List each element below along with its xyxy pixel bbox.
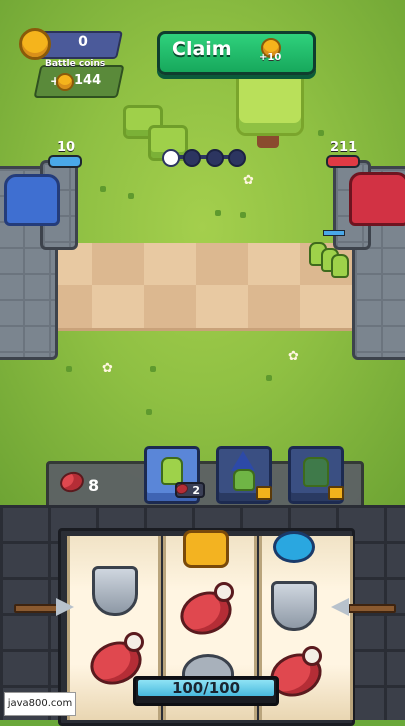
wave-node xyxy=(228,149,246,167)
flower-icon: ✿ xyxy=(288,349,299,364)
grass-tuft xyxy=(266,375,272,381)
enemy-hp-bar xyxy=(326,155,360,168)
enemy-castle-roof xyxy=(349,172,405,226)
enemy-goblin xyxy=(331,254,349,278)
goblin-icon xyxy=(161,457,183,485)
shield-icon xyxy=(92,566,138,616)
wizard-hat-icon xyxy=(231,451,255,471)
grass-tuft xyxy=(318,130,324,136)
enemy-unit-hp-bar xyxy=(323,230,345,236)
energy-value: 100/100 xyxy=(171,679,241,697)
left-arrow-shaft xyxy=(14,604,62,613)
goblin-brute-icon xyxy=(303,457,329,487)
grass-tuft xyxy=(128,193,134,199)
flower-icon: ✿ xyxy=(243,173,254,188)
wave-node-current xyxy=(162,149,180,167)
enemy-hp-value: 211 xyxy=(330,140,358,155)
battle-coins-title: Battle coins xyxy=(45,59,106,69)
arrow-left-icon xyxy=(331,598,349,616)
grass-tuft xyxy=(150,366,156,372)
player-hp-value: 10 xyxy=(57,140,76,155)
tree-icon xyxy=(236,68,304,136)
goblin-wizard-icon xyxy=(233,469,255,491)
grass-tuft xyxy=(240,212,246,218)
flower-icon: ✿ xyxy=(102,361,113,376)
watermark: java800.com xyxy=(4,692,76,716)
shield-icon xyxy=(271,581,317,631)
player-hp-bar xyxy=(48,155,82,168)
wave-node xyxy=(183,149,201,167)
bone-icon xyxy=(302,646,322,666)
battle-coins-value: 144 xyxy=(74,73,102,88)
lock-icon xyxy=(328,486,344,500)
grass-tuft xyxy=(215,210,221,216)
coin-value: 0 xyxy=(78,34,88,50)
player-castle-roof xyxy=(4,174,60,226)
bone-icon xyxy=(124,632,144,652)
meat-count: 8 xyxy=(88,476,100,495)
claim-reward-value: +10 xyxy=(259,52,282,63)
grass-tuft xyxy=(100,186,106,192)
gold-coin-icon xyxy=(183,530,229,568)
claim-button-label: Claim xyxy=(172,38,232,60)
wave-node xyxy=(206,149,224,167)
ring-icon xyxy=(273,531,315,563)
lock-icon xyxy=(256,486,272,500)
grass-tuft xyxy=(66,366,72,372)
coin-icon xyxy=(19,28,51,60)
grass-tuft xyxy=(146,409,152,415)
arrow-right-icon xyxy=(56,598,74,616)
right-arrow-shaft xyxy=(348,604,396,613)
coin-icon xyxy=(56,73,74,91)
bone-icon xyxy=(214,582,234,602)
